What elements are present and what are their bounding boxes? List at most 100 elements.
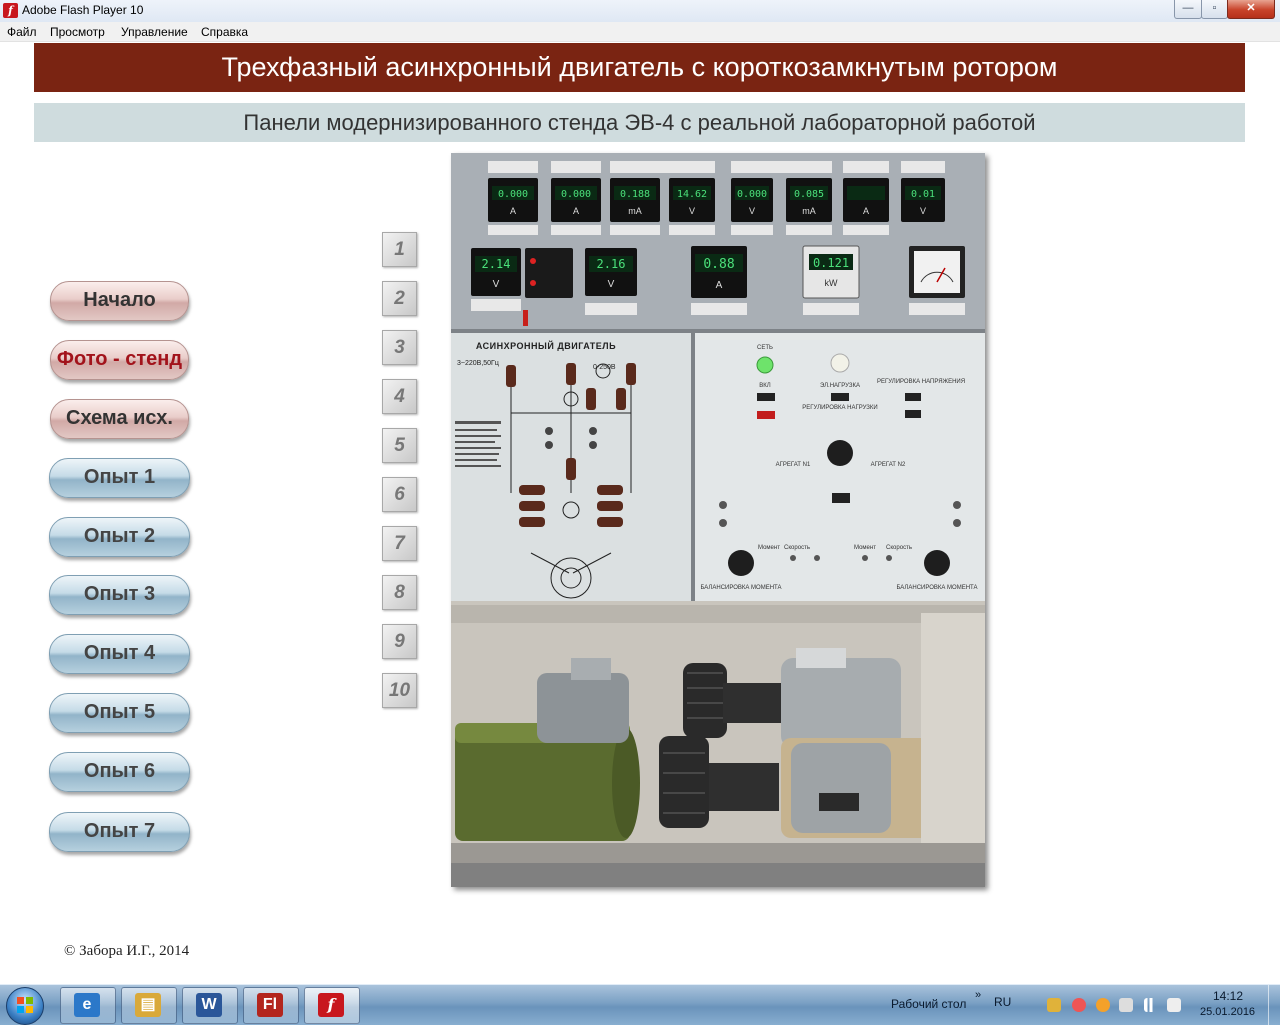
analog-tachometer [909, 246, 965, 298]
panel-tab-10[interactable]: 10 [382, 673, 417, 708]
window-titlebar: f Adobe Flash Player 10 — ▫ ✕ [0, 0, 1280, 23]
minimize-button[interactable]: — [1174, 0, 1202, 19]
clock-date[interactable]: 25.01.2016 [1200, 1006, 1255, 1018]
meter-2: 0.000 A [551, 178, 601, 222]
panel-tab-7[interactable]: 7 [382, 526, 417, 561]
menu-file[interactable]: Файл [7, 25, 37, 39]
panel-tab-4[interactable]: 4 [382, 379, 417, 414]
page-subtitle: Панели модернизированного стенда ЭВ-4 с … [34, 103, 1245, 142]
unit1-label: АГРЕГАТ N1 [776, 462, 811, 468]
svg-text:V: V [608, 279, 615, 290]
meter-1: 0.000 A [488, 178, 538, 222]
nav-experiment-7-button[interactable]: Опыт 7 [49, 812, 190, 852]
taskbar-explorer-button[interactable]: ▤ [121, 987, 177, 1024]
flash-player-icon: f [3, 3, 18, 18]
svg-text:0.085: 0.085 [794, 189, 824, 200]
clock-time[interactable]: 14:12 [1213, 989, 1243, 1003]
unit2-label: АГРЕГАТ N2 [871, 462, 906, 468]
taskbar-flash-pro-button[interactable]: Fl [243, 987, 299, 1024]
menu-view[interactable]: Просмотр [50, 25, 105, 39]
wattmeter: 0.121 kW [802, 245, 860, 299]
panel-tab-6[interactable]: 6 [382, 477, 417, 512]
load-regulation-label: РЕГУЛИРОВКА НАГРУЗКИ [802, 405, 877, 411]
tray-security-icon[interactable] [1072, 998, 1086, 1012]
nav-experiment-6-button[interactable]: Опыт 6 [49, 752, 190, 792]
show-desktop-button[interactable] [1268, 985, 1280, 1025]
meter-5: 0.000 V [731, 178, 773, 222]
chevron-icon[interactable]: » [975, 989, 981, 1001]
tray-avast-icon[interactable] [1096, 998, 1110, 1012]
svg-text:2.16: 2.16 [597, 257, 626, 271]
nav-scheme-button[interactable]: Схема исх. [50, 399, 189, 439]
torque-balance-label-2: БАЛАНСИРОВКА МОМЕНТА [896, 585, 977, 591]
svg-text:0.121: 0.121 [813, 256, 849, 270]
meter-9: 2.14 V [471, 248, 521, 296]
flash-pro-icon: Fl [257, 993, 283, 1017]
svg-text:V: V [493, 279, 500, 290]
meter-3: 0.188 mA [610, 178, 660, 222]
svg-text:mA: mA [628, 206, 642, 216]
moment-label-1: Момент [758, 545, 780, 551]
start-button[interactable] [6, 987, 44, 1025]
windows-logo-icon [17, 997, 33, 1013]
nav-experiment-3-button[interactable]: Опыт 3 [49, 575, 190, 615]
svg-text:0.188: 0.188 [620, 189, 650, 200]
svg-text:V: V [920, 206, 926, 216]
svg-text:kW: kW [825, 278, 839, 288]
maximize-button[interactable]: ▫ [1201, 0, 1228, 19]
nav-experiment-1-button[interactable]: Опыт 1 [49, 458, 190, 498]
panel-tab-2[interactable]: 2 [382, 281, 417, 316]
action-center-flag-icon[interactable] [1119, 998, 1133, 1012]
menu-bar: Файл Просмотр Управление Справка [0, 22, 1280, 42]
meter-11: 0.88 A [691, 246, 747, 298]
flash-player-icon: f [318, 993, 344, 1017]
volume-muted-icon[interactable] [1167, 998, 1181, 1012]
svg-text:V: V [689, 206, 695, 216]
network-signal-icon[interactable] [1144, 998, 1158, 1012]
meter-7: A [843, 178, 889, 222]
tray-app-icon[interactable] [1047, 998, 1061, 1012]
nav-experiment-4-button[interactable]: Опыт 4 [49, 634, 190, 674]
word-icon: W [196, 993, 222, 1017]
meter-4: 14.62 V [669, 178, 715, 222]
meter-6: 0.085 mA [786, 178, 832, 222]
svg-text:0.000: 0.000 [498, 189, 528, 200]
on-switch [757, 393, 775, 401]
desktop-toolbar-label[interactable]: Рабочий стол [891, 997, 966, 1011]
close-button[interactable]: ✕ [1227, 0, 1275, 19]
panel-tab-9[interactable]: 9 [382, 624, 417, 659]
diagram-title: АСИНХРОННЫЙ ДВИГАТЕЛЬ [476, 340, 616, 351]
taskbar-word-button[interactable]: W [182, 987, 238, 1024]
panel-tab-8[interactable]: 8 [382, 575, 417, 610]
ie-icon: e [74, 993, 100, 1017]
load-lamp [830, 353, 850, 373]
svg-text:A: A [510, 206, 516, 216]
svg-text:V: V [749, 206, 755, 216]
nav-photo-stand-button[interactable]: Фото - стенд [50, 340, 189, 380]
off-switch [757, 411, 775, 419]
stand-photo: 0.000 A 0.000 A 0.188 mA 14.62 V 0.000 V… [451, 153, 985, 887]
meter-8: 0.01 V [901, 178, 945, 222]
panel-tab-5[interactable]: 5 [382, 428, 417, 463]
menu-control[interactable]: Управление [121, 25, 188, 39]
speed-label-2: Скорость [886, 545, 912, 551]
taskbar-ie-button[interactable]: e [60, 987, 116, 1024]
moment-label-2: Момент [854, 545, 876, 551]
meter-10: 2.16 V [585, 248, 637, 296]
panel-tab-3[interactable]: 3 [382, 330, 417, 365]
svg-text:14.62: 14.62 [677, 189, 707, 200]
svg-text:2.14: 2.14 [482, 257, 511, 271]
taskbar-flash-player-button[interactable]: f [304, 987, 360, 1024]
nav-experiment-5-button[interactable]: Опыт 5 [49, 693, 190, 733]
window-title: Adobe Flash Player 10 [22, 3, 144, 17]
svg-text:A: A [573, 206, 579, 216]
network-label: СЕТЬ [757, 345, 773, 351]
svg-text:A: A [863, 206, 869, 216]
language-indicator[interactable]: RU [994, 995, 1011, 1009]
svg-text:0.01: 0.01 [911, 189, 935, 200]
menu-help[interactable]: Справка [201, 25, 248, 39]
nav-experiment-2-button[interactable]: Опыт 2 [49, 517, 190, 557]
nav-start-button[interactable]: Начало [50, 281, 189, 321]
stand-illustration: 0.000 A 0.000 A 0.188 mA 14.62 V 0.000 V… [451, 153, 985, 887]
panel-tab-1[interactable]: 1 [382, 232, 417, 267]
